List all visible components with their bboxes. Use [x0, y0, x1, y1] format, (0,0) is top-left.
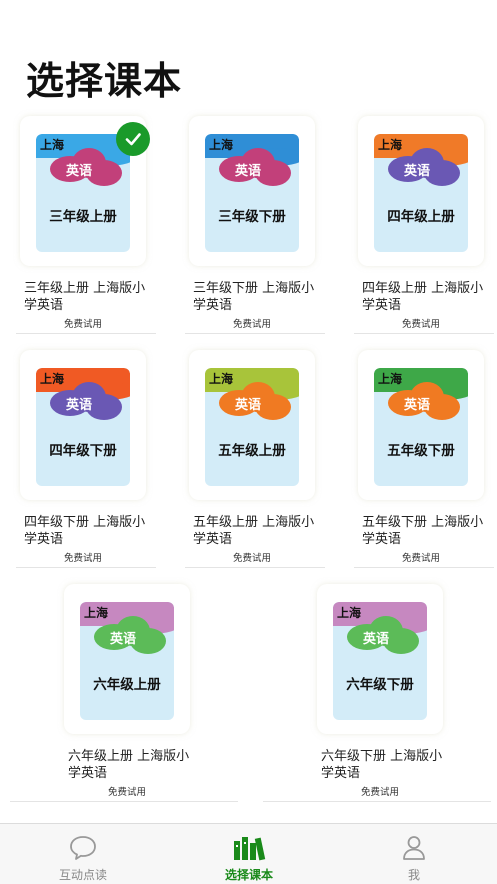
chat-bubble-icon	[68, 834, 98, 866]
book-cover-frame: 上海 英语 六年级下册	[317, 584, 443, 734]
free-trial-label: 免费试用	[107, 787, 146, 798]
tab-interactive-reading[interactable]: 互动点读	[0, 824, 166, 884]
tab-me[interactable]: 我	[331, 824, 497, 884]
book-cover: 上海 英语 六年级下册	[333, 602, 427, 720]
book-title: 六年级上册 上海版小学英语	[68, 749, 190, 781]
book-title: 四年级下册 上海版小学英语	[24, 515, 146, 547]
cover-grade-label: 三年级下册	[218, 209, 286, 225]
cover-region-label: 上海	[209, 372, 234, 386]
book-cover: 上海 英语 三年级下册	[205, 134, 299, 252]
cover-region-label: 上海	[209, 138, 234, 152]
book-cover-frame: 上海 英语 六年级上册	[64, 584, 190, 734]
selected-check-icon	[116, 122, 150, 156]
book-card[interactable]: 上海 英语 五年级下册 五年级下册 上海版小学英语 免费试用	[346, 350, 496, 570]
divider	[16, 567, 156, 568]
book-cover-frame: 上海 英语 五年级上册	[189, 350, 315, 500]
divider	[354, 333, 494, 334]
tab-label: 互动点读	[58, 868, 107, 882]
book-cover-frame: 上海 英语 四年级上册	[358, 116, 484, 266]
book-cover-frame: 上海 英语 四年级下册	[20, 350, 146, 500]
free-trial-label: 免费试用	[401, 319, 440, 330]
free-trial-label: 免费试用	[401, 553, 440, 564]
book-cover-frame: 上海 英语 三年级下册	[189, 116, 315, 266]
divider	[16, 333, 156, 334]
free-trial-label: 免费试用	[232, 319, 271, 330]
book-cover: 上海 英语 六年级上册	[80, 602, 174, 720]
cover-grade-label: 四年级上册	[387, 209, 455, 225]
tab-label: 选择课本	[224, 868, 273, 882]
book-card[interactable]: 上海 英语 三年级上册 三年级上册 上海版小学英语 免费试用	[8, 116, 158, 336]
cover-region-label: 上海	[40, 138, 65, 152]
books-icon	[232, 834, 266, 866]
cover-grade-label: 五年级下册	[387, 443, 455, 459]
bottom-tab-bar: 互动点读 选择课本 我	[0, 823, 497, 884]
cover-grade-label: 六年级上册	[93, 677, 161, 693]
cover-subject-label: 英语	[65, 164, 92, 179]
book-cover: 上海 英语 五年级上册	[205, 368, 299, 486]
book-title: 五年级下册 上海版小学英语	[362, 515, 484, 547]
book-title: 三年级上册 上海版小学英语	[24, 281, 146, 313]
cover-region-label: 上海	[378, 138, 403, 152]
divider	[185, 567, 325, 568]
book-cover-frame: 上海 英语 五年级下册	[358, 350, 484, 500]
free-trial-label: 免费试用	[232, 553, 271, 564]
divider	[263, 801, 491, 802]
divider	[185, 333, 325, 334]
book-card[interactable]: 上海 英语 六年级上册 六年级上册 上海版小学英语 免费试用	[10, 584, 238, 804]
book-title: 五年级上册 上海版小学英语	[193, 515, 315, 547]
book-card[interactable]: 上海 英语 四年级下册 四年级下册 上海版小学英语 免费试用	[8, 350, 158, 570]
book-card[interactable]: 上海 英语 六年级下册 六年级下册 上海版小学英语 免费试用	[263, 584, 491, 804]
book-cover: 上海 英语 四年级下册	[36, 368, 130, 486]
book-title: 四年级上册 上海版小学英语	[362, 281, 484, 313]
cover-grade-label: 四年级下册	[49, 443, 117, 459]
cover-region-label: 上海	[337, 606, 362, 620]
book-cover: 上海 英语 三年级上册	[36, 134, 130, 252]
cover-subject-label: 英语	[234, 398, 261, 413]
cover-subject-label: 英语	[65, 398, 92, 413]
book-cover: 上海 英语 五年级下册	[374, 368, 468, 486]
book-cover: 上海 英语 四年级上册	[374, 134, 468, 252]
cover-subject-label: 英语	[362, 632, 389, 647]
person-icon	[401, 834, 427, 866]
book-title: 六年级下册 上海版小学英语	[321, 749, 443, 781]
cover-subject-label: 英语	[234, 164, 261, 179]
book-card[interactable]: 上海 英语 四年级上册 四年级上册 上海版小学英语 免费试用	[346, 116, 496, 336]
book-grid: 上海 英语 三年级上册 三年级上册 上海版小学英语 免费试用 上海 英语 三年级…	[0, 0, 497, 820]
cover-grade-label: 六年级下册	[346, 677, 414, 693]
cover-subject-label: 英语	[403, 164, 430, 179]
book-card[interactable]: 上海 英语 五年级上册 五年级上册 上海版小学英语 免费试用	[177, 350, 327, 570]
cover-region-label: 上海	[84, 606, 109, 620]
free-trial-label: 免费试用	[63, 553, 102, 564]
book-card[interactable]: 上海 英语 三年级下册 三年级下册 上海版小学英语 免费试用	[177, 116, 327, 336]
cover-grade-label: 三年级上册	[49, 209, 117, 225]
cover-subject-label: 英语	[109, 632, 136, 647]
free-trial-label: 免费试用	[360, 787, 399, 798]
cover-grade-label: 五年级上册	[218, 443, 286, 459]
tab-label: 我	[407, 868, 420, 882]
divider	[10, 801, 238, 802]
tab-select-textbook[interactable]: 选择课本	[166, 824, 332, 884]
cover-region-label: 上海	[40, 372, 65, 386]
cover-region-label: 上海	[378, 372, 403, 386]
book-title: 三年级下册 上海版小学英语	[193, 281, 315, 313]
free-trial-label: 免费试用	[63, 319, 102, 330]
cover-subject-label: 英语	[403, 398, 430, 413]
divider	[354, 567, 494, 568]
